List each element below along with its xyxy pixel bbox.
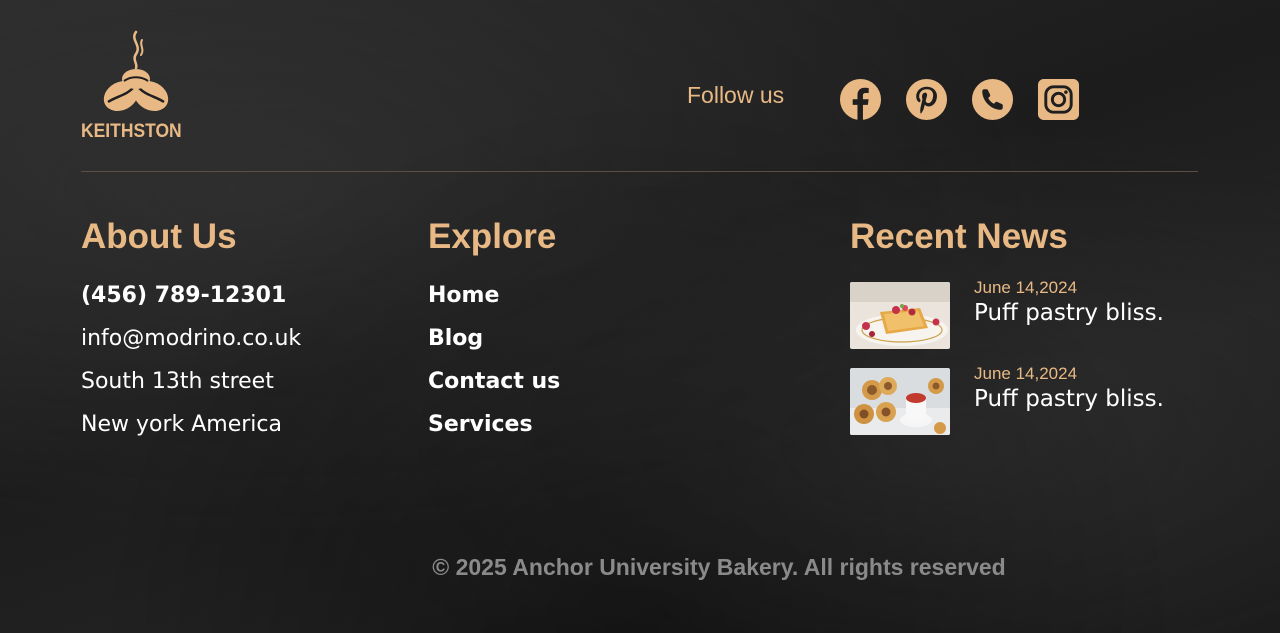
pinterest-link[interactable]: [905, 78, 948, 121]
news-title[interactable]: Puff pastry bliss.: [974, 386, 1164, 412]
news-item[interactable]: June 14,2024 Puff pastry bliss.: [850, 278, 1210, 350]
instagram-link[interactable]: [1037, 78, 1080, 121]
street-address: South 13th street: [81, 369, 274, 394]
puff-pastry-image: [850, 282, 950, 349]
nav-link-home[interactable]: Home: [428, 283, 499, 308]
brand-logo[interactable]: KEITHSTON: [81, 30, 193, 146]
news-thumbnail[interactable]: [850, 368, 950, 435]
city-address: New york America: [81, 412, 282, 437]
phone-icon: [971, 78, 1014, 121]
phone-number[interactable]: (456) 789-12301: [81, 283, 286, 308]
nav-link-services[interactable]: Services: [428, 412, 533, 437]
instagram-icon: [1037, 78, 1080, 121]
facebook-icon: [839, 78, 882, 121]
brand-name: KEITHSTON: [81, 121, 182, 142]
about-us-heading: About Us: [81, 217, 237, 256]
pastry-rolls-image: [850, 368, 950, 435]
pinterest-icon: [905, 78, 948, 121]
header-divider: [81, 171, 1198, 172]
news-title[interactable]: Puff pastry bliss.: [974, 300, 1164, 326]
coffee-beans-steam-icon: [103, 30, 169, 111]
copyright-text: © 2025 Anchor University Bakery. All rig…: [432, 554, 1006, 580]
news-item[interactable]: June 14,2024 Puff pastry bliss.: [850, 364, 1210, 436]
facebook-link[interactable]: [839, 78, 882, 121]
phone-link[interactable]: [971, 78, 1014, 121]
email-address[interactable]: info@modrino.co.uk: [81, 326, 301, 351]
follow-us-label: Follow us: [687, 82, 785, 108]
explore-heading: Explore: [428, 217, 557, 256]
nav-link-blog[interactable]: Blog: [428, 326, 483, 351]
news-thumbnail[interactable]: [850, 282, 950, 349]
news-date: June 14,2024: [974, 364, 1078, 383]
news-date: June 14,2024: [974, 278, 1078, 297]
recent-news-heading: Recent News: [850, 217, 1068, 256]
nav-link-contact[interactable]: Contact us: [428, 369, 560, 394]
